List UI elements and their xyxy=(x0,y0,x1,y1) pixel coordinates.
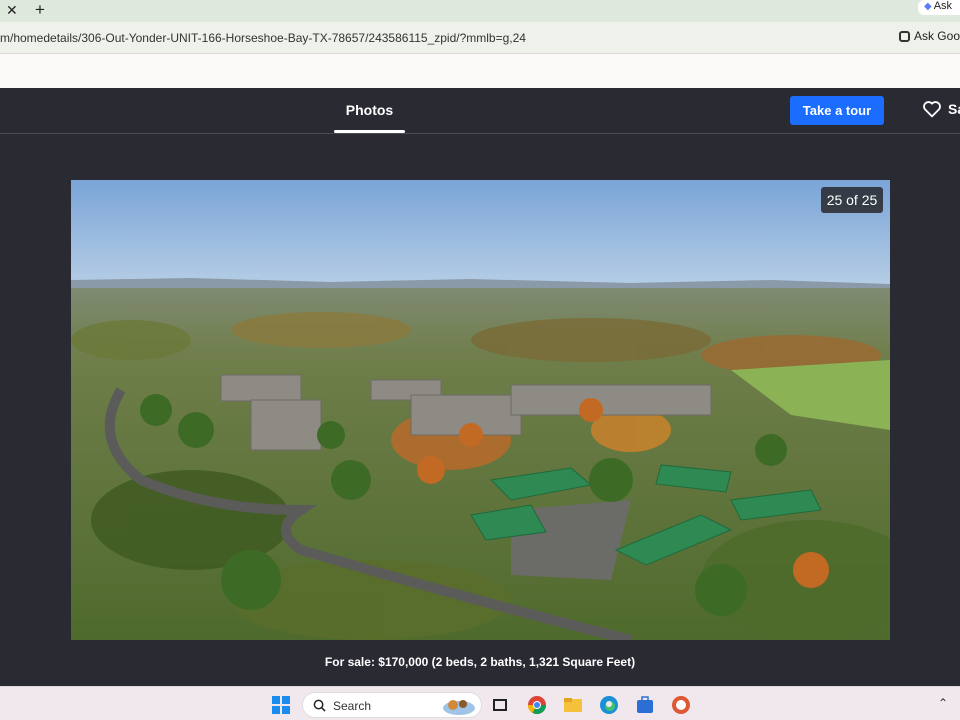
gallery-header: Photos Take a tour Sa xyxy=(0,88,960,134)
taskbar-search-input[interactable]: Search xyxy=(302,692,482,718)
file-explorer-icon[interactable] xyxy=(563,695,583,715)
tab-photos[interactable]: Photos xyxy=(334,88,405,134)
save-button[interactable]: Sa xyxy=(922,100,960,118)
ask-google-label: Ask Goo xyxy=(913,29,960,43)
chrome-icon[interactable] xyxy=(527,695,547,715)
lens-icon xyxy=(898,31,910,42)
take-tour-button[interactable]: Take a tour xyxy=(790,96,884,125)
windows-start-icon[interactable] xyxy=(271,695,291,715)
aerial-photo xyxy=(71,180,890,640)
ask-google-button[interactable]: Ask Goo xyxy=(898,29,960,43)
browser-tab-strip: ✕ + ◆ Ask xyxy=(0,0,960,22)
edge-icon[interactable] xyxy=(599,695,619,715)
search-highlight-icon xyxy=(443,700,475,715)
save-label: Sa xyxy=(948,101,960,117)
listing-caption: For sale: $170,000 (2 beds, 2 baths, 1,3… xyxy=(324,655,636,669)
new-tab-button[interactable]: + xyxy=(35,0,45,20)
task-view-icon[interactable] xyxy=(490,695,510,715)
photo-counter: 25 of 25 xyxy=(821,187,883,213)
windows-taskbar: Search ⌃ xyxy=(0,686,960,720)
address-bar: m/homedetails/306-Out-Yonder-UNIT-166-Ho… xyxy=(0,22,960,54)
search-label: Search xyxy=(333,699,372,713)
page-header-strip xyxy=(0,54,960,88)
duckduckgo-icon[interactable] xyxy=(671,695,691,715)
ask-pill[interactable]: ◆ Ask xyxy=(918,0,960,15)
url-field[interactable]: m/homedetails/306-Out-Yonder-UNIT-166-Ho… xyxy=(0,31,526,45)
search-icon xyxy=(313,699,326,712)
chevron-up-icon[interactable]: ⌃ xyxy=(938,696,948,710)
ask-pill-label: Ask xyxy=(933,0,953,12)
close-tab-icon[interactable]: ✕ xyxy=(6,2,18,19)
microsoft-store-icon[interactable] xyxy=(635,695,655,715)
heart-icon xyxy=(923,101,941,118)
sparkle-icon: ◆ xyxy=(924,1,932,12)
active-tab-indicator xyxy=(334,130,405,133)
property-photo[interactable] xyxy=(71,180,890,640)
